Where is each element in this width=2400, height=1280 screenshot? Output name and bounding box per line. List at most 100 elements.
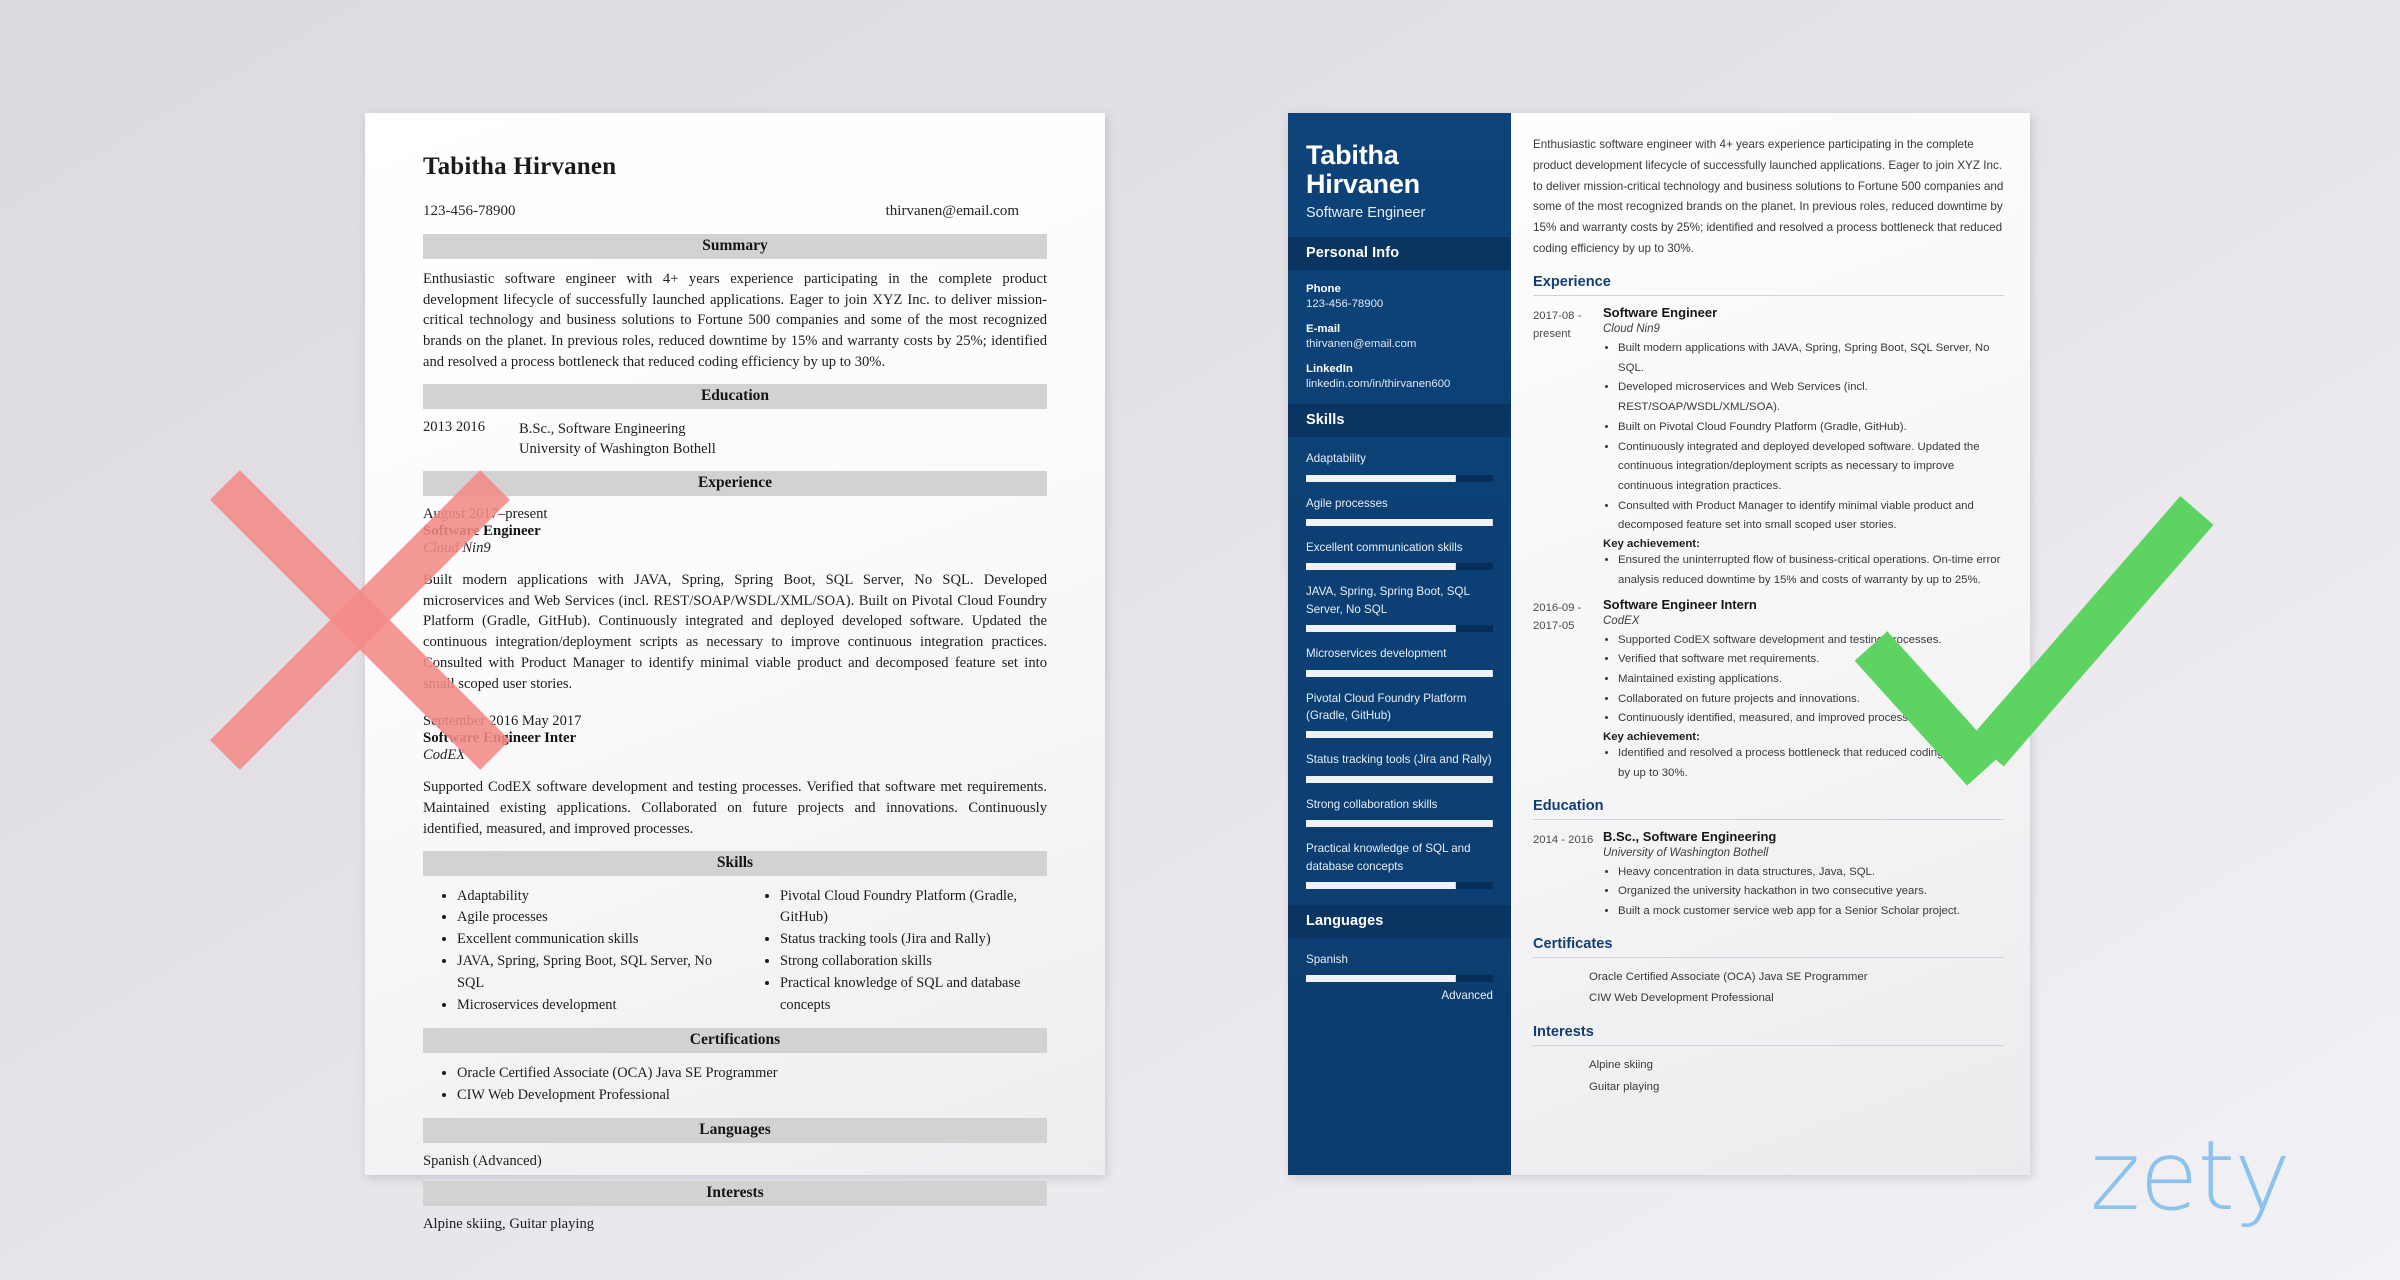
bad-section-skills-heading: Skills [423,850,1047,876]
skill-level-fill [1306,519,1493,527]
good-resume-name: Tabitha Hirvanen [1306,140,1420,200]
skill-level-bar [1306,625,1493,633]
bullet: Collaborated on future projects and inno… [1618,690,2004,710]
entry-dates: 2016-09 - 2017-05 [1533,601,1582,632]
entry-dates: 2014 - 2016 [1533,833,1594,846]
entry-company: CodEX [1603,614,1640,627]
list-item: Strong collaboration skills [780,951,1047,973]
skill-item: Practical knowledge of SQL and database … [1306,840,1493,889]
bullet: Heavy concentration in data structures, … [1618,863,2004,883]
entry-bullets: Heavy concentration in data structures, … [1603,863,2004,922]
skill-level-bar [1306,563,1493,571]
entry-body: B.Sc., Software Engineering University of… [1603,829,2004,922]
sidebar-heading-personal-info: Personal Info [1288,237,1511,271]
bad-job-description: Built modern applications with JAVA, Spr… [423,572,1047,692]
bullet: Verified that software met requirements. [1618,650,2004,670]
skill-level-fill [1306,775,1493,783]
sidebar-heading-languages: Languages [1288,905,1511,938]
skill-level-bar [1306,882,1493,889]
skill-item: Pivotal Cloud Foundry Platform (Gradle, … [1306,690,1493,739]
skill-label: Practical knowledge of SQL and database … [1306,842,1471,873]
skill-label: Microservices development [1306,647,1447,661]
experience-entry: 2016-09 - 2017-05 Software Engineer Inter… [1533,597,2004,784]
bad-languages-text: Spanish (Advanced) [423,1152,542,1169]
list-item: Status tracking tools (Jira and Rally) [780,929,1047,951]
bad-job-dates: September 2016 May 2017 [423,713,582,730]
bad-job-entry: August 2017–present Software Engineer Cl… [423,506,1047,694]
bullet: Supported CodEX software development and… [1618,631,2004,651]
field-value: 123-456-78900 [1306,298,1384,311]
key-achievement-bullets: Identified and resolved a process bottle… [1603,744,2004,783]
skill-level-bar [1306,820,1493,828]
bad-job-company: CodEX [423,747,466,764]
list-item: Agile processes [457,907,724,929]
entry-bullets: Supported CodEX software development and… [1603,631,2004,730]
entry-dates: 2017-08 - present [1533,309,1582,341]
divider [1533,818,2004,820]
bullet: Built modern applications with JAVA, Spr… [1618,339,2004,378]
sidebar-heading-skills: Skills [1288,404,1511,438]
key-achievement-label: Key achievement: [1603,538,1700,551]
good-experience-list: 2017-08 - present Software Engineer Cloud … [1533,305,2004,784]
bad-section-languages-heading: Languages [423,1117,1047,1143]
good-certificates-list: Oracle Certified Associate (OCA) Java SE… [1533,967,2004,1010]
key-achievement-label: Key achievement: [1603,731,1700,744]
skill-level-bar [1306,474,1493,482]
skill-level-bar [1306,669,1493,677]
good-interests-list: Alpine skiing Guitar playing [1533,1055,2004,1098]
sidebar-language-item: Spanish Advanced [1306,951,1493,1002]
bullet: Continuously integrated and deployed dev… [1618,438,2004,497]
skill-item: Microservices development [1306,645,1493,677]
skill-level-fill [1306,731,1493,739]
field-value: linkedin.com/in/thirvanen600 [1306,378,1451,391]
education-entry: 2014 - 2016 B.Sc., Software Engineering Un… [1533,829,2004,922]
bad-job-description: Supported CodEX software development and… [423,779,1047,837]
bad-education-degree: B.Sc., Software Engineering [519,420,686,437]
personal-info-field: E-mail thirvanen@email.com [1306,323,1493,350]
skill-level-fill [1306,563,1456,571]
bad-section-certifications-heading: Certifications [423,1027,1047,1053]
skill-label: Adaptability [1306,452,1366,466]
entry-bullets: Built modern applications with JAVA, Spr… [1603,339,2004,536]
entry-company: Cloud Nin9 [1603,322,1660,335]
skill-item: Status tracking tools (Jira and Rally) [1306,751,1493,783]
skill-label: Pivotal Cloud Foundry Platform (Gradle, … [1306,691,1467,723]
list-item: Oracle Certified Associate (OCA) Java SE… [1589,970,1868,983]
good-resume-role: Software Engineer [1306,205,1426,222]
skill-label: Strong collaboration skills [1306,797,1438,811]
skill-item: Excellent communication skills [1306,539,1493,571]
bad-resume-phone: 123-456-78900 [423,203,516,219]
sidebar-skills-list: Adaptability Agile processes Excellent com… [1306,450,1493,889]
bad-resume-email: thirvanen@email.com [885,203,1019,219]
language-name: Spanish [1306,953,1348,966]
list-item: Adaptability [457,886,724,908]
bad-skills-column-2: Pivotal Cloud Foundry Platform (Gradle, … [746,886,1047,1017]
skill-level-fill [1306,669,1493,677]
skill-label: Excellent communication skills [1306,541,1463,555]
good-heading-interests: Interests [1533,1024,1594,1041]
bullet: Organized the university hackathon in tw… [1618,882,2004,902]
bullet: Built a mock customer service web app fo… [1618,902,2004,922]
good-education-list: 2014 - 2016 B.Sc., Software Engineering Un… [1533,829,2004,922]
skill-item: Agile processes [1306,495,1493,527]
field-value: thirvanen@email.com [1306,338,1417,351]
skill-level-fill [1306,625,1456,633]
entry-body: Software Engineer Intern CodEX Supported C… [1603,597,2004,784]
list-item: Pivotal Cloud Foundry Platform (Gradle, … [780,886,1047,930]
bad-section-interests-heading: Interests [423,1180,1047,1206]
list-item: Microservices development [457,995,724,1017]
good-heading-certificates: Certificates [1533,935,1613,952]
skill-level-fill [1306,882,1456,889]
list-item: Guitar playing [1589,1080,1660,1093]
divider [1533,956,2004,958]
field-label: Phone [1306,283,1341,296]
good-resume-main-column: Enthusiastic software engineer with 4+ y… [1511,113,2030,1175]
divider [1533,1045,2004,1047]
entry-body: Software Engineer Cloud Nin9 Built modern … [1603,305,2004,591]
bad-skills-column-1: AdaptabilityAgile processesExcellent com… [423,886,724,1017]
list-item: Excellent communication skills [457,929,724,951]
bad-interests-text: Alpine skiing, Guitar playing [423,1215,595,1232]
bad-job-entry: September 2016 May 2017 Software Enginee… [423,713,1047,839]
skill-level-bar [1306,731,1493,739]
personal-info-field: LinkedIn linkedin.com/in/thirvanen600 [1306,363,1493,390]
